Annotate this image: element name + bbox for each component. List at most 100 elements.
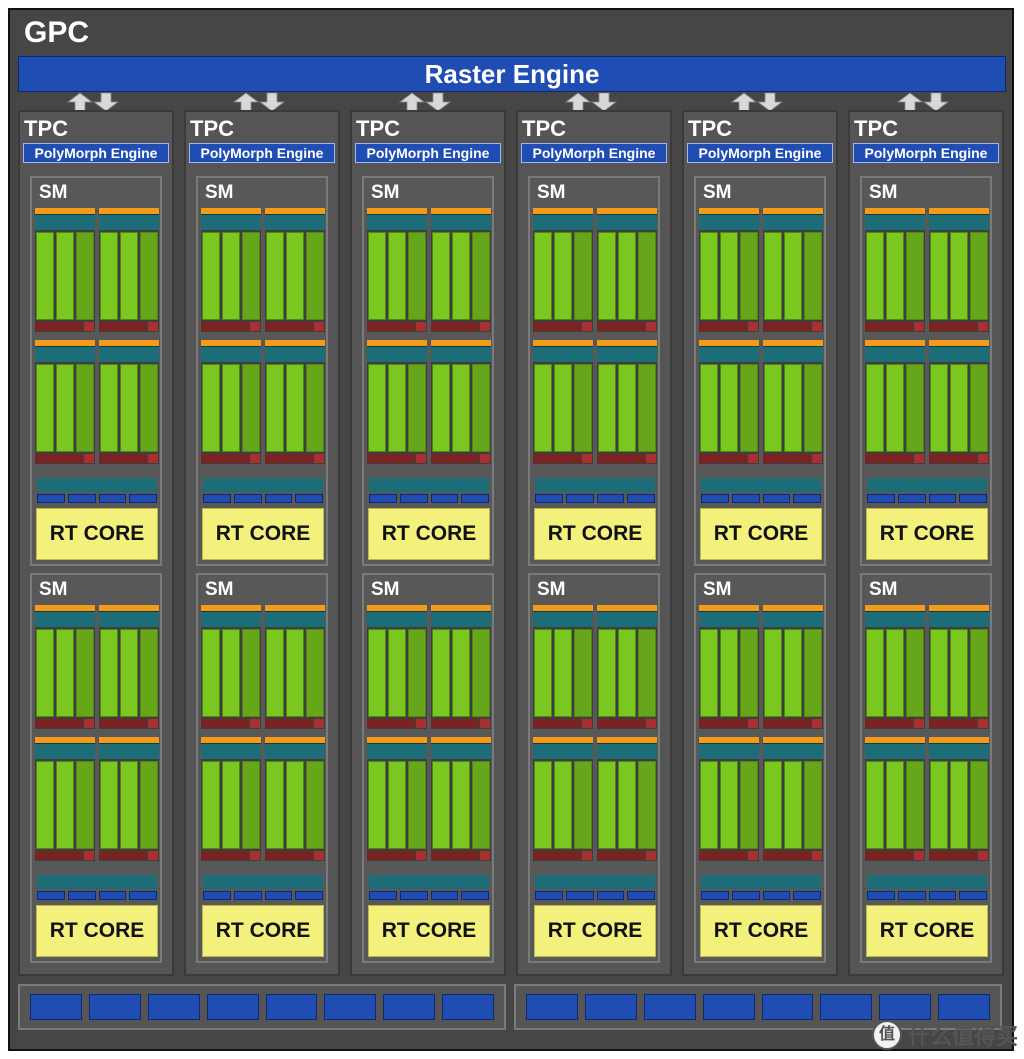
register-file-end	[84, 719, 94, 728]
cuda-core	[534, 761, 552, 849]
texture-unit-bar	[867, 875, 987, 889]
cuda-core	[222, 364, 240, 452]
cuda-core	[452, 232, 470, 320]
load-store-units	[369, 494, 489, 503]
register-file	[929, 851, 977, 860]
cuda-core	[720, 761, 738, 849]
processing-block	[431, 340, 491, 464]
register-file	[201, 322, 249, 331]
cuda-core	[554, 761, 572, 849]
register-file	[35, 851, 83, 860]
cuda-core	[56, 629, 74, 717]
processing-block	[99, 208, 159, 332]
cuda-core	[36, 629, 54, 717]
load-store-units	[867, 494, 987, 503]
cuda-core	[886, 364, 904, 452]
cuda-core	[368, 232, 386, 320]
processing-block	[865, 737, 925, 861]
cuda-core	[930, 364, 948, 452]
processing-block	[699, 208, 759, 332]
register-file-end	[646, 322, 656, 331]
sm-label: SM	[869, 182, 898, 203]
cuda-core	[202, 232, 220, 320]
warp-scheduler	[763, 611, 823, 627]
cuda-core	[886, 232, 904, 320]
register-file	[265, 322, 313, 331]
cuda-core	[764, 629, 782, 717]
register-file-end	[978, 322, 988, 331]
raster-engine: Raster Engine	[18, 56, 1006, 92]
register-file	[929, 454, 977, 463]
register-file	[597, 322, 645, 331]
cuda-core	[764, 232, 782, 320]
register-file	[865, 454, 913, 463]
register-file	[35, 322, 83, 331]
tensor-core	[472, 364, 490, 452]
register-file	[367, 719, 415, 728]
processing-block	[265, 340, 325, 464]
rt-core: RT CORE	[866, 905, 988, 957]
sm-block: SM RT CORE	[528, 573, 660, 963]
cuda-core	[368, 364, 386, 452]
tensor-core	[306, 232, 324, 320]
sm-block: SM RT CORE	[196, 573, 328, 963]
processing-block	[265, 737, 325, 861]
tensor-core	[574, 761, 592, 849]
texture-unit-bar	[203, 875, 323, 889]
sm-label: SM	[371, 579, 400, 600]
tpc-label: TPC	[688, 116, 732, 141]
cuda-core	[784, 761, 802, 849]
cuda-core	[950, 629, 968, 717]
tensor-core	[638, 629, 656, 717]
cuda-core	[36, 232, 54, 320]
tensor-core	[574, 232, 592, 320]
tensor-core	[76, 761, 94, 849]
tensor-core	[574, 364, 592, 452]
rt-core: RT CORE	[534, 905, 656, 957]
register-file-end	[250, 719, 260, 728]
register-file	[533, 719, 581, 728]
cuda-core	[700, 232, 718, 320]
cuda-core	[266, 232, 284, 320]
tensor-core	[574, 629, 592, 717]
processing-block	[201, 605, 261, 729]
tpc-label: TPC	[24, 116, 68, 141]
sm-label: SM	[39, 182, 68, 203]
warp-scheduler	[699, 611, 759, 627]
register-file-end	[646, 851, 656, 860]
tensor-core	[306, 629, 324, 717]
tensor-core	[638, 232, 656, 320]
register-file	[201, 454, 249, 463]
sm-label: SM	[371, 182, 400, 203]
processing-block	[533, 605, 593, 729]
warp-scheduler	[367, 611, 427, 627]
cuda-core	[452, 629, 470, 717]
watermark: 值 什么值得买	[871, 1019, 1018, 1051]
warp-scheduler	[431, 743, 491, 759]
processing-block	[533, 340, 593, 464]
processing-block	[533, 737, 593, 861]
register-file-end	[748, 454, 758, 463]
warp-scheduler	[597, 214, 657, 230]
cuda-core	[554, 364, 572, 452]
warp-scheduler	[699, 214, 759, 230]
rt-core: RT CORE	[202, 508, 324, 560]
processing-block	[431, 737, 491, 861]
cuda-core	[266, 364, 284, 452]
cuda-core	[598, 629, 616, 717]
warp-scheduler	[99, 346, 159, 362]
cuda-core	[764, 761, 782, 849]
register-file-end	[314, 322, 324, 331]
cuda-core	[950, 761, 968, 849]
tensor-core	[242, 232, 260, 320]
processing-block	[597, 340, 657, 464]
tpc-block: TPC PolyMorph Engine SM RT CORE SM RT CORE	[848, 110, 1004, 976]
rt-core: RT CORE	[700, 508, 822, 560]
tensor-core	[140, 761, 158, 849]
register-file	[865, 719, 913, 728]
texture-unit-bar	[535, 875, 655, 889]
register-file	[597, 719, 645, 728]
cuda-core	[618, 761, 636, 849]
warp-scheduler	[597, 346, 657, 362]
l1-cache-bar-left	[18, 984, 506, 1030]
